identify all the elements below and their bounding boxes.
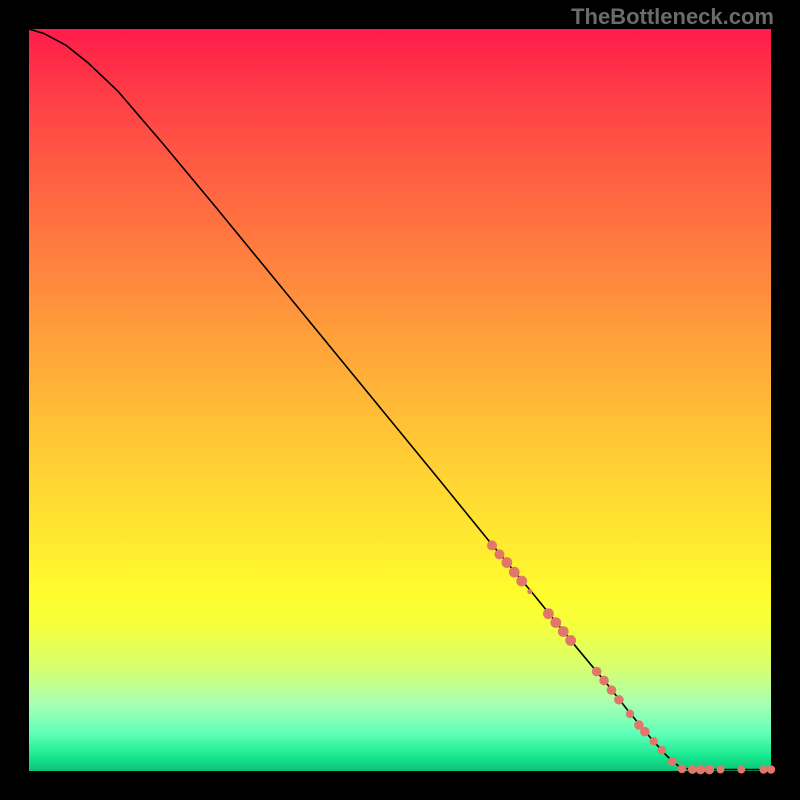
- data-marker: [487, 540, 497, 550]
- data-marker: [592, 667, 602, 677]
- chart-overlay: [29, 29, 771, 771]
- curve-line: [29, 29, 771, 770]
- data-marker: [759, 765, 767, 773]
- data-marker: [599, 676, 609, 686]
- data-marker: [737, 766, 745, 774]
- data-marker: [650, 737, 658, 745]
- plot-area: [29, 29, 771, 771]
- data-marker: [527, 589, 532, 594]
- chart-frame: TheBottleneck.com: [0, 0, 800, 800]
- data-marker: [509, 567, 520, 578]
- data-marker: [550, 617, 561, 628]
- data-marker: [501, 557, 512, 568]
- data-marker: [640, 727, 650, 737]
- data-marker: [767, 765, 775, 773]
- data-marker: [543, 608, 554, 619]
- data-marker: [696, 765, 706, 775]
- data-marker: [688, 765, 697, 774]
- data-markers: [487, 540, 775, 774]
- data-marker: [678, 764, 687, 773]
- data-marker: [614, 695, 624, 705]
- data-marker: [668, 757, 677, 766]
- data-marker: [607, 685, 617, 695]
- data-marker: [565, 635, 576, 646]
- watermark-text: TheBottleneck.com: [571, 4, 774, 30]
- data-marker: [626, 710, 634, 718]
- data-marker: [516, 576, 527, 587]
- data-marker: [705, 765, 715, 775]
- data-marker: [717, 766, 725, 774]
- data-marker: [494, 549, 504, 559]
- data-marker: [558, 626, 569, 637]
- data-marker: [658, 746, 666, 754]
